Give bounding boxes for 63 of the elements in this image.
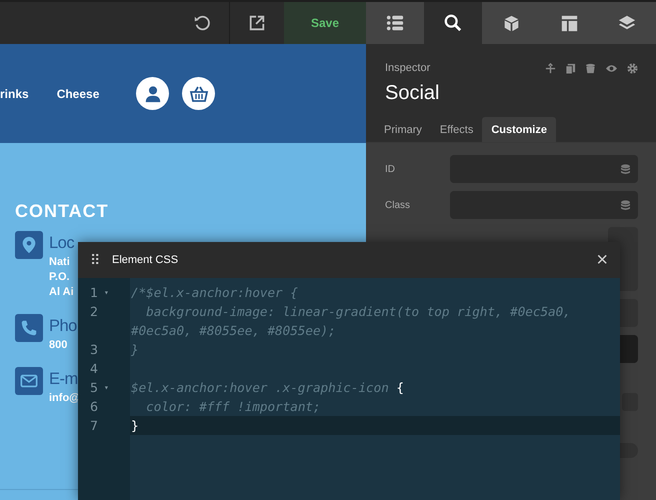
nav-link[interactable]: Cheese xyxy=(56,86,100,100)
contact-title: E-m xyxy=(49,369,79,390)
line-number: 3 xyxy=(90,341,98,359)
inspector-tab[interactable]: Effects xyxy=(430,117,482,142)
fold-toggle[interactable]: ▾ xyxy=(104,378,109,397)
account-button[interactable] xyxy=(136,77,170,110)
save-button[interactable]: Save xyxy=(284,2,366,44)
settings-icon[interactable] xyxy=(627,62,638,74)
dialog-title: Element CSS xyxy=(112,254,180,266)
panel-label: Inspector xyxy=(385,62,430,74)
toolbar-tab[interactable] xyxy=(482,2,540,44)
field-label: ID xyxy=(385,164,396,174)
code-line: background-image: linear-gradient(to top right, #0ec5a0, #0ec5a0, #8055ee, #8055ee); xyxy=(131,304,572,338)
input-field[interactable] xyxy=(450,155,638,183)
layout-icon xyxy=(560,14,578,32)
code-line: $el.x-anchor:hover .x-graphic-icon { xyxy=(131,380,404,395)
trash-icon[interactable] xyxy=(585,62,596,74)
line-number: 2 xyxy=(90,303,98,321)
basket-icon xyxy=(188,84,209,104)
nav-link[interactable]: rinks xyxy=(0,86,29,100)
contact-line: Nati xyxy=(49,255,71,270)
contact-title: Loc xyxy=(49,233,74,254)
line-number: 4 xyxy=(90,360,98,378)
search-icon xyxy=(444,14,462,32)
line-number: 6 xyxy=(90,398,98,416)
inspector-tab[interactable]: Customize xyxy=(482,117,556,142)
cart-button[interactable] xyxy=(182,77,216,110)
location-pin-icon xyxy=(20,236,38,254)
input-field[interactable] xyxy=(450,191,638,219)
element-title: Social xyxy=(384,81,440,105)
section-heading: CONTACT xyxy=(15,201,110,222)
contact-title: Pho xyxy=(49,316,77,337)
user-icon xyxy=(144,84,162,102)
pin-icon[interactable] xyxy=(545,62,556,74)
layers-icon xyxy=(618,14,636,32)
code-line: /*$el.x-anchor:hover { xyxy=(131,285,298,300)
inspector-tab[interactable]: Primary xyxy=(375,117,431,142)
undo-icon[interactable] xyxy=(193,14,211,32)
code-line: color: #fff !important; xyxy=(145,399,321,414)
code-line: } xyxy=(131,418,139,433)
phone-icon xyxy=(20,319,38,337)
drag-handle-icon[interactable]: ⠿ xyxy=(90,252,100,268)
external-link-icon[interactable] xyxy=(248,14,266,32)
eye-icon[interactable] xyxy=(605,62,618,74)
contact-line: info@ xyxy=(49,391,80,406)
contact-line: 800 xyxy=(49,338,68,353)
code-line: } xyxy=(131,342,139,357)
cube-icon xyxy=(502,14,520,32)
field-label: Class xyxy=(385,200,412,210)
contact-line: Al Ai xyxy=(49,285,74,300)
toolbar-tab[interactable] xyxy=(366,2,424,44)
database-icon xyxy=(621,200,630,210)
contact-line: P.O. xyxy=(49,270,71,285)
list-icon xyxy=(386,14,404,32)
toolbar-tab[interactable] xyxy=(598,2,656,44)
line-number: 1 xyxy=(90,284,98,302)
close-button[interactable]: × xyxy=(596,250,608,270)
fold-toggle[interactable]: ▾ xyxy=(104,283,109,302)
line-number: 7 xyxy=(90,417,98,435)
copy-icon[interactable] xyxy=(565,62,576,74)
mail-icon xyxy=(19,372,39,390)
database-icon xyxy=(621,164,630,174)
line-number: 5 xyxy=(90,379,98,397)
